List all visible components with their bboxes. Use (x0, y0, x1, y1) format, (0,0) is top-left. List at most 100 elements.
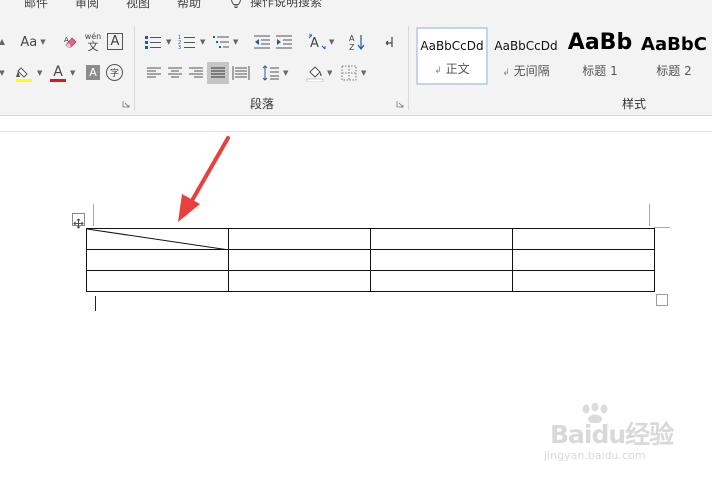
move-arrows-icon (73, 218, 84, 229)
shading-dropdown-arrow[interactable]: ▼ (327, 69, 332, 77)
bullets-dropdown-arrow[interactable]: ▼ (166, 38, 171, 46)
change-case-label: Aa (20, 34, 38, 50)
table-cell[interactable] (86, 270, 229, 292)
style-heading-1[interactable]: AaBb 标题 1 (564, 27, 636, 85)
table-cell[interactable] (228, 249, 371, 271)
borders-button[interactable] (340, 64, 358, 82)
style-no-spacing-name: ↲ 无间隔 (502, 64, 550, 78)
align-center-icon (168, 67, 182, 78)
line-spacing-button[interactable] (262, 64, 280, 82)
chinese-layout-button[interactable]: A (307, 33, 327, 51)
table-cell[interactable] (228, 228, 371, 250)
align-right-icon (189, 67, 203, 78)
text-cursor (95, 296, 96, 311)
numbered-list-icon: 1 2 3 (178, 35, 195, 50)
table-row (86, 228, 655, 250)
tab-mailings[interactable]: 邮件 (24, 0, 48, 11)
style-heading-2[interactable]: AaBbC 标题 2 (638, 27, 710, 85)
group-separator-paragraph (408, 26, 409, 110)
table-cell[interactable] (512, 249, 655, 271)
align-left-icon (147, 67, 161, 78)
font-color-swatch (50, 78, 66, 82)
red-arrow-annotation (178, 136, 230, 222)
multilevel-dropdown-arrow[interactable]: ▼ (233, 38, 238, 46)
svg-text:A: A (310, 36, 319, 50)
align-left-button[interactable] (146, 65, 162, 81)
highlight-dropdown-arrow[interactable]: ▼ (37, 69, 42, 77)
font-dropdown-arrow-2[interactable]: ▼ (0, 66, 6, 80)
table-cell[interactable] (370, 228, 513, 250)
chinese-layout-icon: A (308, 34, 326, 50)
phonetic-guide-button[interactable]: wén 文 (84, 31, 102, 53)
justify-button[interactable] (207, 62, 229, 84)
table-cell[interactable] (228, 270, 371, 292)
style-heading-2-name: 标题 2 (656, 64, 692, 78)
clear-formatting-button[interactable]: A (62, 33, 80, 51)
style-normal[interactable]: AaBbCcDd ↲ 正文 (416, 27, 488, 85)
multilevel-list-button[interactable] (211, 33, 231, 51)
line-spacing-dropdown-arrow[interactable]: ▼ (283, 69, 288, 77)
svg-text:A: A (349, 34, 355, 43)
table-cell[interactable] (86, 249, 229, 271)
diagonal-line (87, 229, 229, 250)
change-case-button[interactable]: Aa ▼ (18, 33, 48, 51)
chinese-layout-dropdown-arrow[interactable]: ▼ (329, 38, 334, 46)
numbering-dropdown-arrow[interactable]: ▼ (200, 38, 205, 46)
svg-text:A: A (64, 36, 69, 44)
show-formatting-marks-button[interactable] (381, 33, 397, 51)
font-color-button[interactable]: A (49, 63, 67, 83)
style-no-spacing[interactable]: AaBbCcDd ↲ 无间隔 (490, 27, 562, 85)
ribbon-tabs: 邮件 审阅 视图 帮助 操作说明搜索 (0, 0, 712, 16)
svg-text:3: 3 (178, 45, 181, 50)
paragraph-group-label: 段落 (250, 97, 275, 111)
document-table[interactable] (86, 228, 655, 292)
svg-text:Z: Z (349, 43, 355, 51)
bullets-button[interactable] (143, 33, 163, 51)
paragraph-mark-icon (385, 37, 393, 47)
enclose-characters-button[interactable]: 字 (106, 64, 123, 81)
numbering-button[interactable]: 1 2 3 (177, 33, 197, 51)
character-shading-button[interactable]: A (86, 65, 100, 80)
table-move-handle[interactable] (72, 213, 85, 229)
eraser-icon: A (64, 36, 77, 48)
decrease-indent-icon (254, 35, 270, 49)
distributed-icon (232, 66, 250, 80)
style-normal-name: ↲ 正文 (434, 62, 470, 76)
style-heading-1-sample: AaBb (567, 30, 633, 55)
table-resize-handle[interactable] (656, 294, 668, 306)
page-corner-mark-right-vertical (649, 204, 650, 226)
increase-indent-button[interactable] (275, 33, 293, 51)
tab-review[interactable]: 审阅 (75, 0, 99, 11)
table-row (86, 270, 655, 292)
text-highlight-button[interactable] (14, 64, 34, 84)
character-border-button[interactable]: A (107, 33, 123, 50)
paragraph-dialog-launcher-icon[interactable] (396, 100, 404, 108)
line-spacing-icon (262, 65, 279, 81)
table-cell-diagonal-header[interactable] (86, 228, 229, 250)
tell-me-search[interactable]: 操作说明搜索 (230, 0, 322, 10)
sort-button[interactable]: A Z (348, 33, 366, 51)
align-right-button[interactable] (188, 65, 204, 81)
table-cell[interactable] (512, 228, 655, 250)
styles-group-label: 样式 (622, 97, 647, 111)
borders-dropdown-arrow[interactable]: ▼ (361, 69, 366, 77)
table-cell[interactable] (370, 249, 513, 271)
ruler-edge (0, 131, 712, 132)
borders-icon (341, 65, 357, 81)
table-cell[interactable] (512, 270, 655, 292)
font-dialog-launcher-icon[interactable] (122, 100, 130, 108)
font-color-dropdown-arrow[interactable]: ▼ (70, 69, 75, 77)
table-cell[interactable] (370, 270, 513, 292)
style-no-spacing-sample: AaBbCcDd (494, 39, 558, 53)
increase-indent-icon (276, 35, 292, 49)
font-size-dropdown-arrow[interactable]: ▲ (0, 34, 6, 48)
distributed-button[interactable] (232, 64, 250, 82)
tab-help[interactable]: 帮助 (177, 0, 201, 11)
shading-button[interactable] (305, 63, 325, 83)
tab-view[interactable]: 视图 (126, 0, 150, 11)
decrease-indent-button[interactable] (253, 33, 271, 51)
group-separator-font (134, 26, 135, 110)
style-heading-2-sample: AaBbC (641, 34, 707, 55)
align-center-button[interactable] (167, 65, 183, 81)
highlighter-icon (16, 67, 32, 82)
